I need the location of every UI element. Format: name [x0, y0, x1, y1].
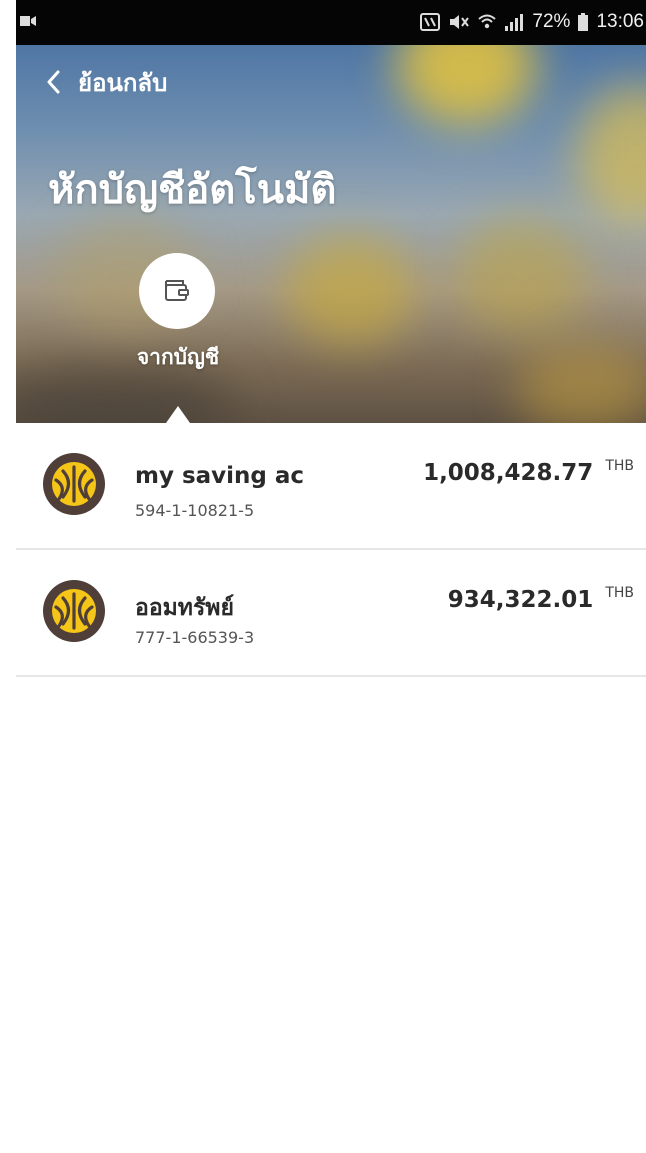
battery-icon [578, 13, 589, 31]
from-account-label: จากบัญชี [136, 345, 220, 369]
header-background-bokeh [576, 85, 646, 225]
account-balance: 1,008,428.77 THB [423, 458, 634, 486]
battery-percent: 72% [532, 11, 571, 32]
status-icons: 72% 13:06 [420, 10, 644, 34]
page-header: ย้อนกลับ หักบัญชีอัตโนมัติ จากบัญชี [16, 45, 646, 423]
mute-icon [450, 15, 470, 29]
balance-amount: 934,322.01 [447, 587, 594, 613]
account-name: my saving ac [135, 463, 305, 489]
account-name: ออมทรัพย์ [135, 595, 234, 621]
account-list: my saving ac 594-1-10821-5 1,008,428.77 … [16, 423, 646, 677]
video-camera-icon [20, 16, 36, 26]
back-label: ย้อนกลับ [78, 68, 168, 97]
header-background-bokeh [456, 215, 586, 335]
from-account-button[interactable] [139, 253, 215, 329]
page-title: หักบัญชีอัตโนมัติ [48, 167, 337, 213]
back-button[interactable]: ย้อนกลับ [46, 65, 167, 99]
wifi-icon [478, 14, 497, 29]
balance-currency: THB [605, 458, 634, 474]
nfc-icon [420, 13, 441, 31]
account-balance: 934,322.01 THB [447, 585, 634, 613]
account-number: 594-1-10821-5 [135, 501, 255, 520]
signal-icon [505, 14, 524, 31]
status-bar: 72% 13:06 [16, 0, 646, 45]
balance-currency: THB [605, 585, 634, 601]
balance-amount: 1,008,428.77 [423, 460, 594, 486]
clock: 13:06 [596, 11, 644, 32]
account-row[interactable]: ออมทรัพย์ 777-1-66539-3 934,322.01 THB [16, 550, 646, 677]
chevron-left-icon [47, 70, 60, 94]
account-number: 777-1-66539-3 [135, 628, 255, 647]
account-row[interactable]: my saving ac 594-1-10821-5 1,008,428.77 … [16, 423, 646, 550]
bank-logo-icon [43, 453, 105, 515]
bank-logo-icon [43, 580, 105, 642]
tab-pointer [166, 406, 190, 423]
header-background-bokeh [286, 235, 416, 345]
wallet-icon [165, 280, 189, 301]
screen: 72% 13:06 ย้อนกลับ หักบัญชีอัตโนมัติ จาก… [16, 0, 646, 1153]
header-background-bokeh [516, 345, 646, 423]
header-background-bokeh [396, 45, 536, 125]
